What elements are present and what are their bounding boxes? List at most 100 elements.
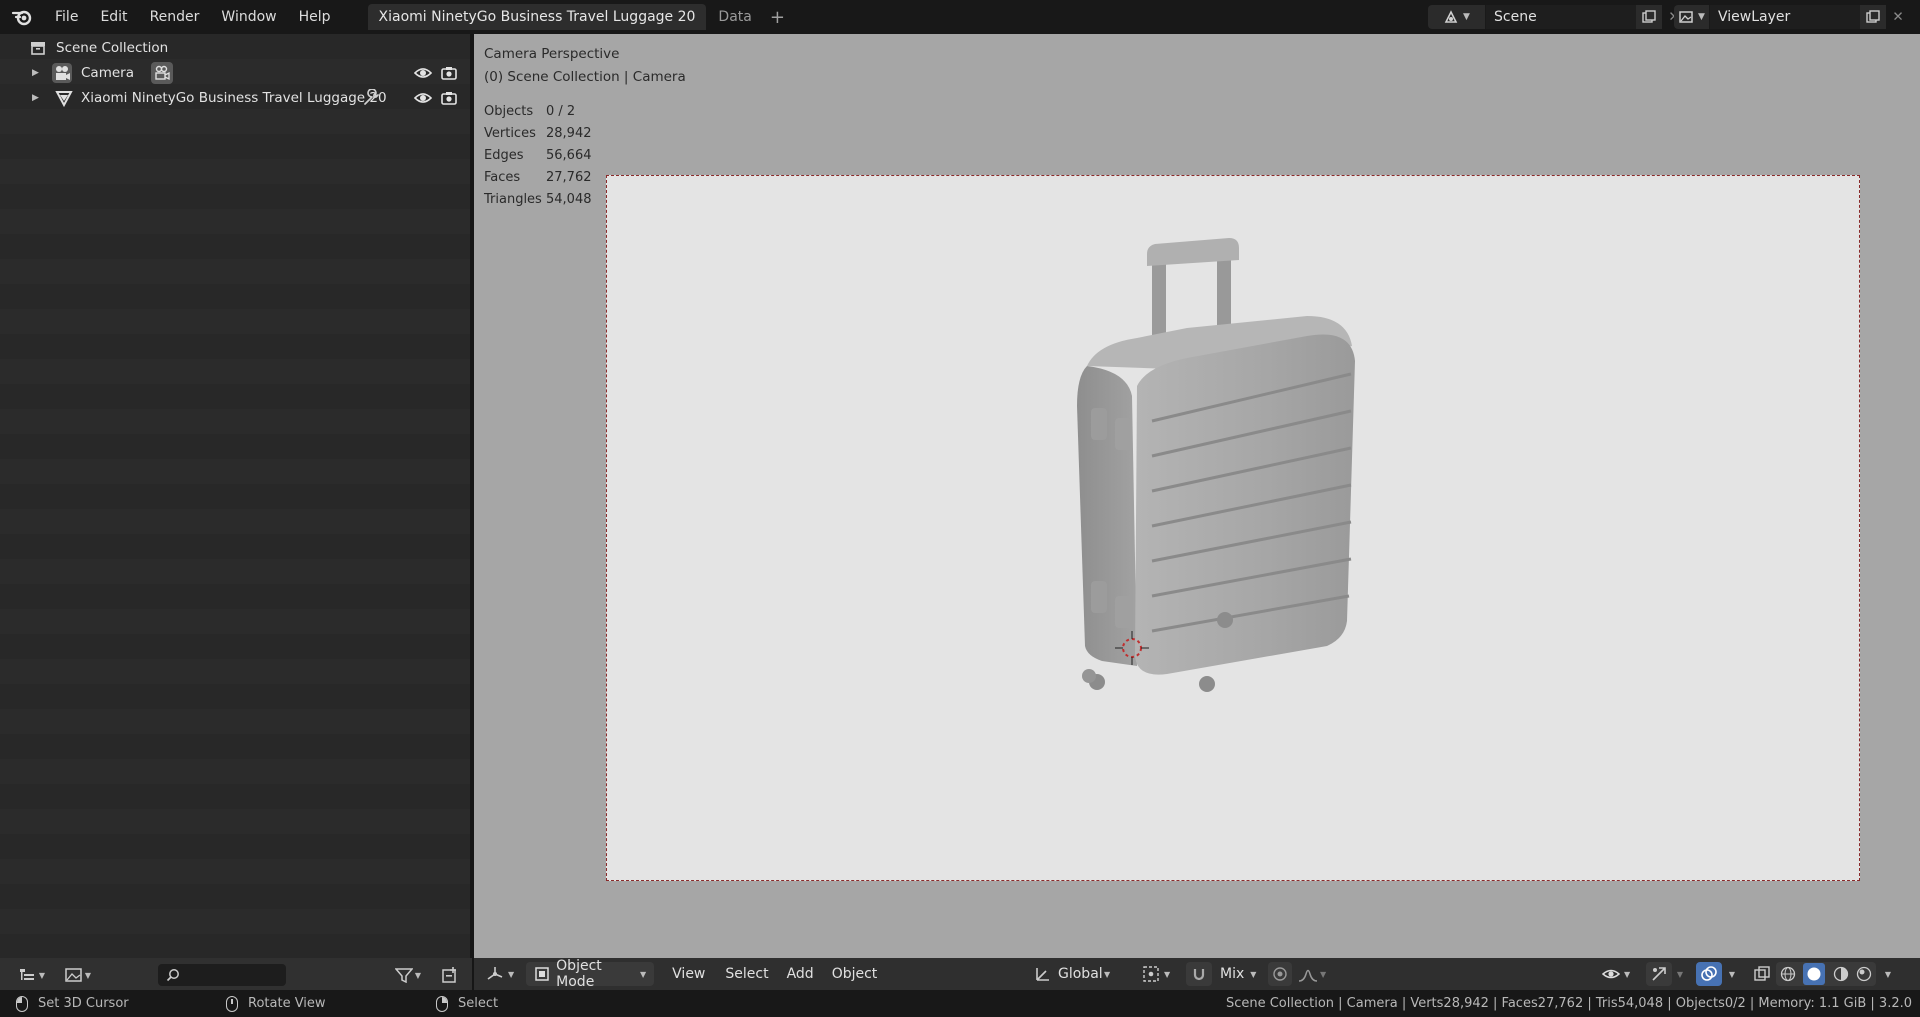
pivot-icon [1143, 966, 1159, 982]
statistics-overlay: Objects 0 / 2 Vertices 28,942 Edges 56,664 … [484, 104, 592, 214]
editor-type-button[interactable]: ▼ [486, 962, 514, 986]
stat-row: Faces 27,762 [484, 170, 592, 185]
close-icon[interactable]: ✕ [1886, 5, 1910, 29]
new-collection-button[interactable] [438, 964, 462, 986]
chevron-down-icon: ▼ [508, 969, 515, 979]
chevron-down-icon: ▼ [1463, 12, 1470, 22]
camera-frame [606, 175, 1860, 881]
chevron-down-icon: ▼ [1624, 969, 1631, 979]
scene-icon [1444, 10, 1458, 23]
wireframe-sphere-icon[interactable] [1780, 966, 1796, 982]
menu-view[interactable]: View [672, 962, 705, 986]
shading-mode-group [1776, 962, 1876, 986]
xray-toggle[interactable] [1750, 962, 1774, 986]
chevron-down-icon: ▼ [1676, 969, 1684, 979]
menu-render[interactable]: Render [139, 0, 211, 34]
menu-window[interactable]: Window [210, 0, 287, 34]
stat-row: Objects 0 / 2 [484, 104, 576, 119]
transform-orientation-dropdown[interactable]: Global ▼ [1034, 962, 1110, 986]
gizmo-toggle[interactable] [1646, 962, 1672, 986]
render-camera-icon[interactable] [440, 64, 458, 82]
viewlayer-browse-button[interactable]: ▼ [1674, 5, 1710, 29]
eye-icon[interactable] [414, 89, 432, 107]
camera-data-icon[interactable] [151, 61, 173, 84]
viewlayer-name-field[interactable]: ViewLayer [1710, 5, 1860, 29]
axes-icon [487, 967, 503, 980]
overlays-toggle[interactable] [1696, 962, 1722, 986]
proportional-editing-toggle[interactable] [1268, 962, 1292, 986]
eye-icon[interactable] [414, 64, 432, 82]
viewport-header: ▼ Object Mode ▼ View Select Add Object G… [474, 958, 1920, 990]
menu-add[interactable]: Add [787, 962, 814, 986]
visibility-dropdown[interactable]: ▼ [1602, 962, 1630, 986]
stat-row: Vertices 28,942 [484, 126, 592, 141]
mouse-right-icon [436, 995, 448, 1012]
mouse-left-icon [16, 995, 28, 1012]
render-camera-icon[interactable] [440, 89, 458, 107]
new-viewlayer-button[interactable] [1860, 5, 1886, 29]
scene-browse-button[interactable]: ▼ [1428, 5, 1486, 29]
menu-select[interactable]: Select [725, 962, 768, 986]
new-collection-icon [442, 967, 456, 983]
filter-button[interactable]: ▼ [390, 964, 426, 986]
status-mmb-hint: Rotate View [248, 996, 326, 1011]
material-sphere-icon[interactable] [1833, 966, 1849, 982]
new-scene-button[interactable] [1636, 5, 1662, 29]
expand-arrow-icon[interactable]: ▶ [32, 68, 39, 78]
gizmo-icon [1652, 967, 1666, 981]
chevron-down-icon: ▼ [1104, 969, 1111, 979]
3d-viewport[interactable]: Camera Perspective (0) Scene Collection … [474, 34, 1920, 984]
chevron-down-icon: ▼ [1164, 969, 1171, 979]
snap-target-dropdown[interactable]: Mix ▼ [1220, 962, 1256, 986]
mouse-middle-icon [226, 995, 238, 1012]
falloff-dropdown[interactable]: ▼ [1298, 962, 1326, 986]
outliner-search-input[interactable] [158, 964, 286, 986]
outliner-item-label: Xiaomi NinetyGo Business Travel Luggage … [81, 89, 387, 106]
mode-dropdown[interactable]: Object Mode ▼ [526, 958, 655, 990]
menu-edit[interactable]: Edit [89, 0, 138, 34]
funnel-icon [394, 968, 413, 983]
status-rmb-hint: Select [458, 996, 499, 1011]
shading-dropdown[interactable]: ▼ [1880, 962, 1896, 986]
stat-row: Triangles 54,048 [484, 192, 592, 207]
wrench-modifier-icon[interactable] [362, 89, 380, 107]
add-workspace-button[interactable]: + [764, 7, 791, 28]
eye-icon [1602, 969, 1620, 979]
outliner-row-luggage[interactable]: ▶ Xiaomi NinetyGo Business Travel Luggag… [0, 85, 470, 110]
workspace-tab-active[interactable]: Xiaomi NinetyGo Business Travel Luggage … [367, 4, 707, 30]
chevron-down-icon: ▼ [1728, 969, 1736, 979]
overlays-dropdown[interactable]: ▼ [1724, 962, 1740, 986]
outliner-footer-bar: ▼ ▼ ▼ [0, 958, 472, 990]
orientation-icon [1036, 968, 1049, 981]
solid-shading-button[interactable] [1803, 963, 1826, 985]
scene-name-field[interactable]: Scene [1486, 5, 1636, 29]
status-lmb-hint: Set 3D Cursor [38, 996, 129, 1011]
object-mode-icon [535, 967, 549, 981]
editor-type-button[interactable]: ▼ [14, 964, 50, 986]
display-mode-button[interactable]: ▼ [60, 964, 96, 986]
rendered-sphere-icon[interactable] [1856, 966, 1872, 982]
collection-box-icon [27, 37, 49, 59]
blender-logo-icon[interactable] [10, 5, 34, 29]
status-scene-info: Scene Collection | Camera | Verts28,942 … [1225, 996, 1912, 1011]
outliner-row-camera[interactable]: ▶ Camera [0, 60, 470, 85]
chevron-down-icon: ▼ [1320, 969, 1327, 979]
list-icon [19, 969, 34, 980]
menu-object[interactable]: Object [832, 962, 878, 986]
status-bar: Set 3D Cursor Rotate View Select Scene C… [0, 990, 1920, 1017]
menu-help[interactable]: Help [288, 0, 342, 34]
view-context-label: (0) Scene Collection | Camera [484, 69, 686, 85]
outliner-row-scene-collection[interactable]: Scene Collection [0, 35, 470, 60]
expand-arrow-icon[interactable]: ▶ [32, 93, 39, 103]
mesh-object-icon [53, 87, 75, 109]
chevron-down-icon: ▼ [84, 970, 92, 980]
xray-icon [1754, 966, 1770, 981]
workspace-tab-data[interactable]: Data [706, 9, 763, 25]
outliner-collection-label: Scene Collection [56, 39, 169, 56]
stat-row: Edges 56,664 [484, 148, 592, 163]
image-layer-icon [1679, 11, 1693, 23]
pivot-point-dropdown[interactable]: ▼ [1142, 962, 1170, 986]
gizmo-dropdown[interactable]: ▼ [1672, 962, 1688, 986]
snap-toggle[interactable] [1186, 962, 1212, 986]
menu-file[interactable]: File [44, 0, 89, 34]
